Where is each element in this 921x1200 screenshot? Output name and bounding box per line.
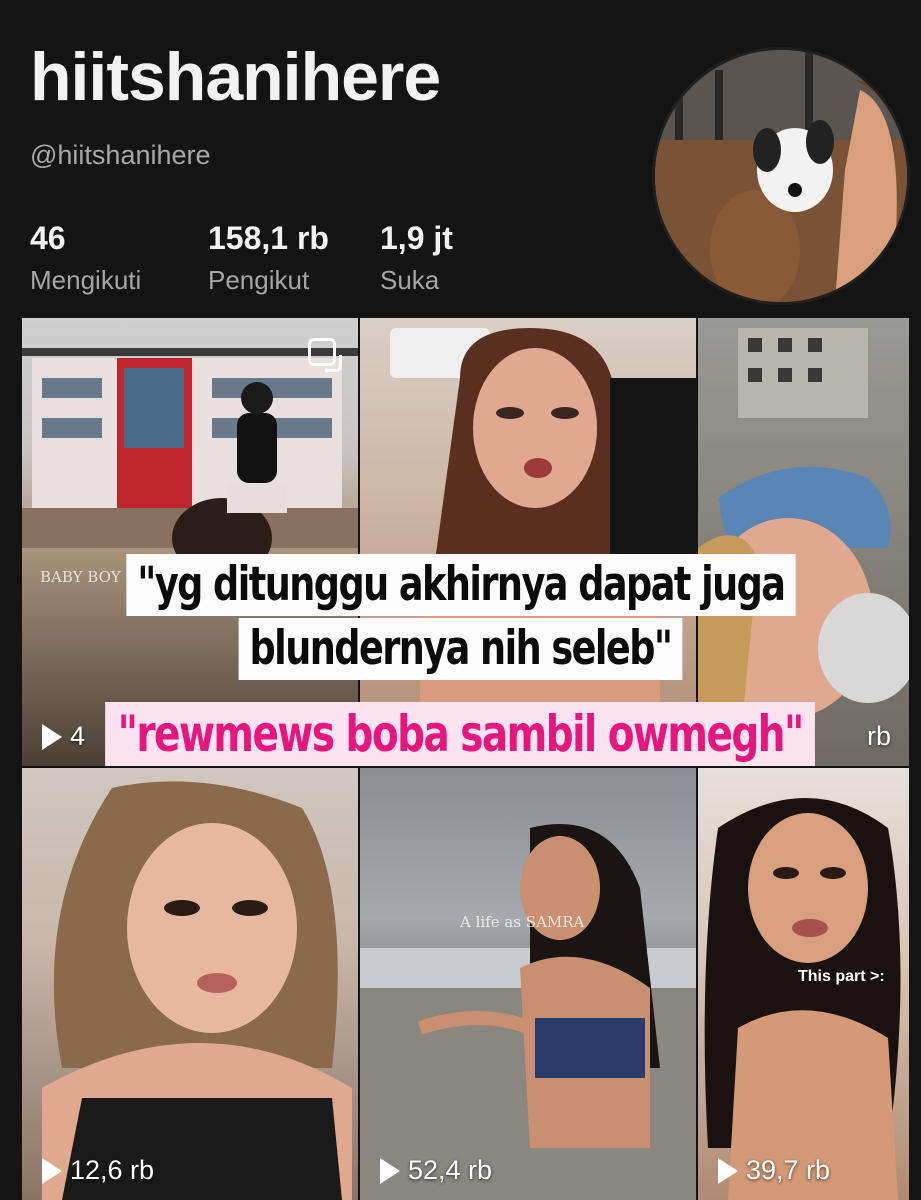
video-views-6: 39,7 rb (718, 1155, 830, 1186)
likes-count: 1,9 jt (380, 220, 453, 256)
video-watermark-5: A life as SAMRA (460, 913, 585, 931)
caption-line-2: blundernya nih seleb" (0, 618, 921, 680)
profile-display-name: hiitshanihere (30, 39, 441, 115)
video-tile-4[interactable]: 12,6 rb (22, 768, 358, 1200)
video-overlay-text-6: This part >: (798, 968, 885, 985)
followers-count: 158,1 rb (208, 220, 329, 256)
video-tile-2[interactable] (360, 318, 696, 766)
caption-line-1: "yg ditunggu akhirnya dapat juga (0, 554, 921, 616)
profile-avatar[interactable] (652, 47, 910, 305)
video-tile-1[interactable]: BABY BOY 4 (22, 318, 358, 766)
video-thumbnail-3 (698, 328, 909, 766)
video-thumbnail-4 (42, 781, 352, 1200)
video-tile-5[interactable]: A life as SAMRA 52,4 rb (360, 768, 696, 1200)
followers-label: Pengikut (208, 265, 310, 295)
video-tile-3[interactable]: rb (698, 318, 909, 766)
caption-text-1: "yg ditunggu akhirnya dapat juga (125, 554, 796, 616)
pinned-icon (308, 338, 342, 372)
avatar-photo (655, 50, 907, 302)
play-icon (42, 1157, 62, 1184)
likes-label: Suka (380, 265, 440, 295)
video-thumbnail-2 (390, 328, 696, 766)
following-count: 46 (30, 220, 66, 256)
caption-line-3: "rewmews boba sambil owmegh" (0, 702, 921, 766)
view-count: 39,7 rb (746, 1155, 831, 1185)
caption-text-2: blundernya nih seleb" (238, 618, 683, 680)
stat-likes: 1,9 jt Suka (380, 220, 453, 296)
play-icon (718, 1157, 738, 1184)
stat-following[interactable]: 46 Mengikuti (30, 220, 141, 296)
profile-username: @hiitshanihere (30, 140, 211, 170)
stat-followers[interactable]: 158,1 rb Pengikut (208, 220, 329, 296)
play-icon (380, 1157, 400, 1184)
video-tile-6[interactable]: This part >: 39,7 rb (698, 768, 909, 1200)
view-count: 12,6 rb (70, 1155, 155, 1185)
video-views-4: 12,6 rb (42, 1155, 154, 1186)
view-count: 52,4 rb (408, 1155, 493, 1185)
following-label: Mengikuti (30, 265, 142, 295)
video-views-5: 52,4 rb (380, 1155, 492, 1186)
video-thumbnail-5 (360, 824, 696, 1200)
video-thumbnail-1 (22, 348, 358, 578)
caption-text-3: "rewmews boba sambil owmegh" (105, 702, 816, 766)
